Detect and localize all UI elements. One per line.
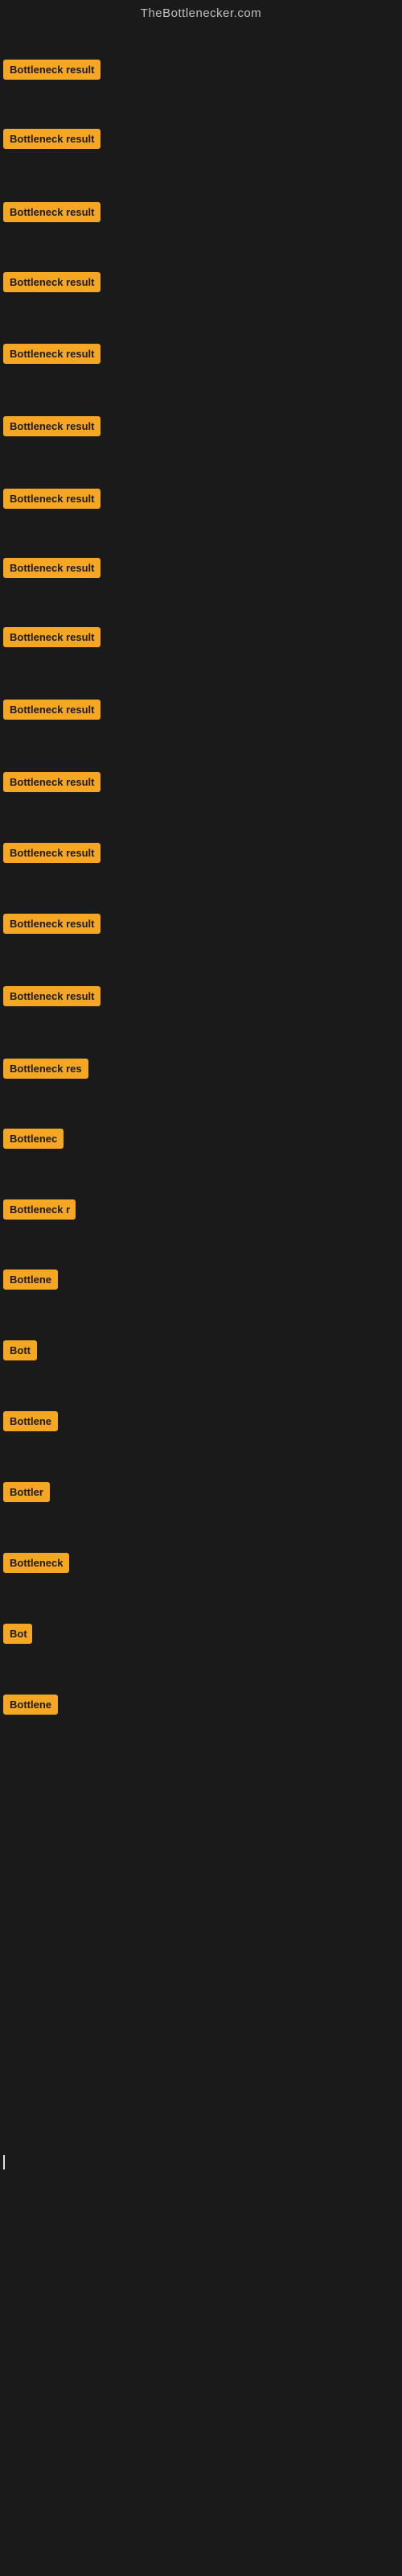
bottleneck-badge: Bottleneck result <box>3 700 100 720</box>
bottleneck-item: Bottleneck result <box>3 914 100 938</box>
bottleneck-item: Bottleneck result <box>3 60 100 84</box>
bottleneck-badge: Bottleneck result <box>3 914 100 934</box>
bottleneck-badge: Bottleneck result <box>3 627 100 647</box>
bottleneck-badge: Bottleneck result <box>3 558 100 578</box>
bottleneck-badge: Bottler <box>3 1482 50 1502</box>
cursor-indicator <box>3 2155 5 2169</box>
bottleneck-badge: Bottleneck result <box>3 416 100 436</box>
bottleneck-badge: Bottleneck result <box>3 489 100 509</box>
bottleneck-item: Bottleneck result <box>3 344 100 368</box>
bottleneck-item: Bottlenec <box>3 1129 64 1153</box>
bottleneck-item: Bottleneck result <box>3 416 100 440</box>
bottleneck-badge: Bottlene <box>3 1411 58 1431</box>
bottleneck-badge: Bottlenec <box>3 1129 64 1149</box>
bottleneck-item: Bottleneck result <box>3 986 100 1010</box>
bottleneck-badge: Bottleneck result <box>3 986 100 1006</box>
bottleneck-badge: Bottleneck result <box>3 202 100 222</box>
site-title: TheBottlenecker.com <box>141 6 261 20</box>
bottleneck-badge: Bottleneck result <box>3 60 100 80</box>
bottleneck-item: Bottlene <box>3 1695 58 1719</box>
bottleneck-badge: Bottleneck result <box>3 772 100 792</box>
site-header: TheBottlenecker.com <box>0 0 402 30</box>
bottleneck-badge: Bottleneck res <box>3 1059 88 1079</box>
items-container: Bottleneck result Bottleneck result Bottle… <box>0 30 402 2123</box>
bottleneck-item: Bottleneck r <box>3 1199 76 1224</box>
bottleneck-badge: Bottleneck result <box>3 344 100 364</box>
bottleneck-item: Bott <box>3 1340 37 1364</box>
bottleneck-item: Bottleneck <box>3 1553 69 1577</box>
bottleneck-item: Bottleneck result <box>3 202 100 226</box>
bottleneck-badge: Bottlene <box>3 1695 58 1715</box>
bottleneck-badge: Bottleneck <box>3 1553 69 1573</box>
bottleneck-item: Bottleneck result <box>3 272 100 296</box>
bottleneck-item: Bottleneck result <box>3 627 100 651</box>
bottleneck-badge: Bottleneck result <box>3 272 100 292</box>
bottleneck-item: Bottleneck res <box>3 1059 88 1083</box>
bottleneck-item: Bottleneck result <box>3 700 100 724</box>
bottleneck-badge: Bottleneck r <box>3 1199 76 1220</box>
bottleneck-item: Bottleneck result <box>3 489 100 513</box>
page-container: TheBottlenecker.com Bottleneck resultBot… <box>0 0 402 2576</box>
bottleneck-badge: Bottleneck result <box>3 843 100 863</box>
bottleneck-badge: Bottlene <box>3 1269 58 1290</box>
bottleneck-badge: Bot <box>3 1624 32 1644</box>
bottleneck-badge: Bott <box>3 1340 37 1360</box>
bottleneck-item: Bottler <box>3 1482 50 1506</box>
bottleneck-item: Bottleneck result <box>3 129 100 153</box>
bottleneck-item: Bottlene <box>3 1411 58 1435</box>
bottleneck-item: Bottlene <box>3 1269 58 1294</box>
bottleneck-item: Bottleneck result <box>3 843 100 867</box>
bottleneck-item: Bottleneck result <box>3 558 100 582</box>
bottleneck-item: Bot <box>3 1624 32 1648</box>
bottleneck-badge: Bottleneck result <box>3 129 100 149</box>
bottleneck-item: Bottleneck result <box>3 772 100 796</box>
